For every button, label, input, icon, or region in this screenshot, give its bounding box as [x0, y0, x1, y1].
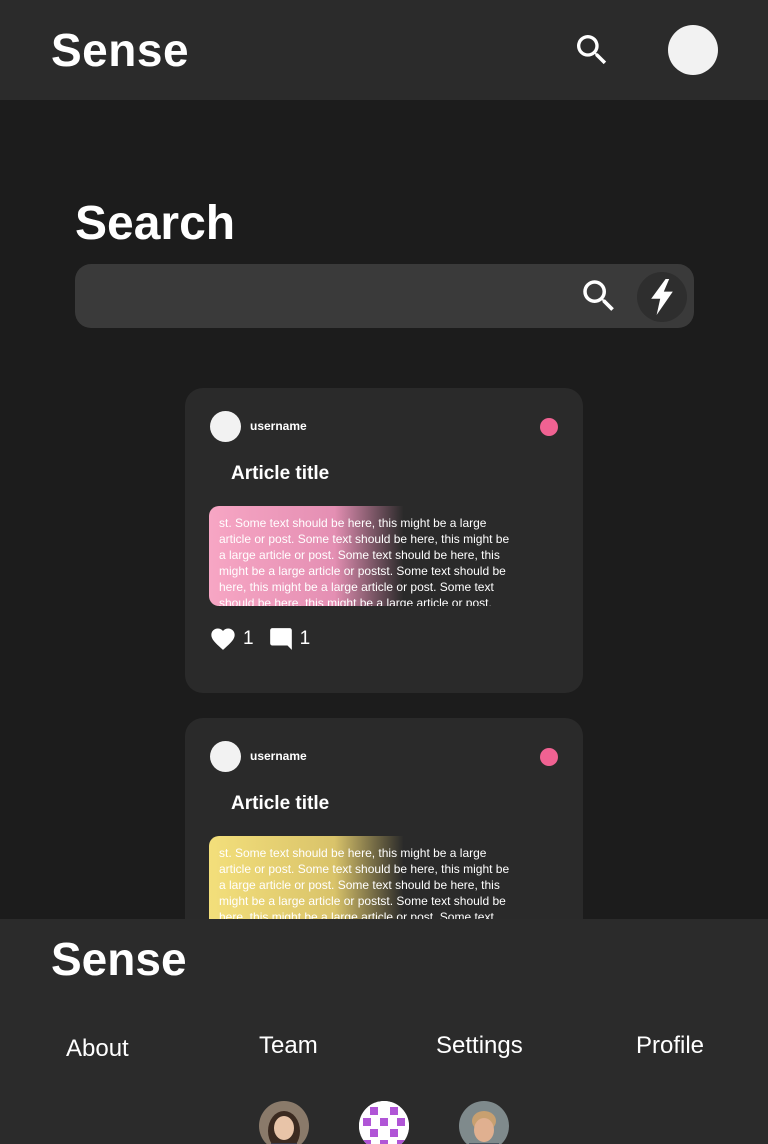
author-avatar[interactable]: [210, 411, 241, 442]
footer-link-settings[interactable]: Settings: [436, 1032, 523, 1060]
pattern-avatar-icon: [359, 1101, 409, 1144]
footer-link-profile[interactable]: Profile: [636, 1032, 704, 1060]
post-card[interactable]: username Article title st. Some text sho…: [185, 388, 583, 693]
search-bar: [75, 264, 694, 328]
footer: Sense About Team Settings Profile: [0, 919, 768, 1144]
heart-icon: [211, 628, 235, 650]
comment-count: 1: [299, 628, 311, 649]
page: Sense Search username Article title st.: [0, 0, 768, 1144]
footer-link-about[interactable]: About: [66, 1035, 129, 1063]
article-title[interactable]: Article title: [231, 793, 329, 815]
like-count: 1: [243, 628, 254, 649]
post-actions: 1 1: [209, 624, 324, 654]
team-member-avatar[interactable]: [459, 1101, 509, 1144]
person-photo-icon: [259, 1101, 309, 1144]
author-username[interactable]: username: [250, 419, 307, 433]
bolt-icon: [651, 279, 673, 315]
search-icon: [577, 35, 607, 65]
team-member-avatar[interactable]: [359, 1101, 409, 1144]
author-username[interactable]: username: [250, 749, 307, 763]
comment-icon: [269, 628, 292, 650]
footer-link-team[interactable]: Team: [259, 1032, 318, 1060]
search-icon: [583, 280, 614, 311]
status-dot: [540, 418, 558, 436]
team-member-avatar[interactable]: [259, 1101, 309, 1144]
header-search-button[interactable]: [570, 28, 614, 72]
author-avatar[interactable]: [210, 741, 241, 772]
comment-button[interactable]: 1: [268, 626, 311, 652]
footer-brand-logo[interactable]: Sense: [51, 931, 187, 987]
person-photo-icon: [459, 1101, 509, 1144]
quick-search-button[interactable]: [637, 272, 687, 322]
search-input[interactable]: [91, 276, 561, 316]
article-preview[interactable]: st. Some text should be here, this might…: [209, 506, 523, 606]
top-header: Sense: [0, 0, 768, 100]
profile-avatar[interactable]: [668, 25, 718, 75]
brand-logo[interactable]: Sense: [51, 22, 189, 78]
search-heading: Search: [75, 197, 236, 250]
search-submit-button[interactable]: [576, 274, 622, 318]
article-preview-text: st. Some text should be here, this might…: [219, 516, 510, 606]
status-dot: [540, 748, 558, 766]
like-button[interactable]: 1: [209, 625, 254, 653]
article-title[interactable]: Article title: [231, 463, 329, 485]
